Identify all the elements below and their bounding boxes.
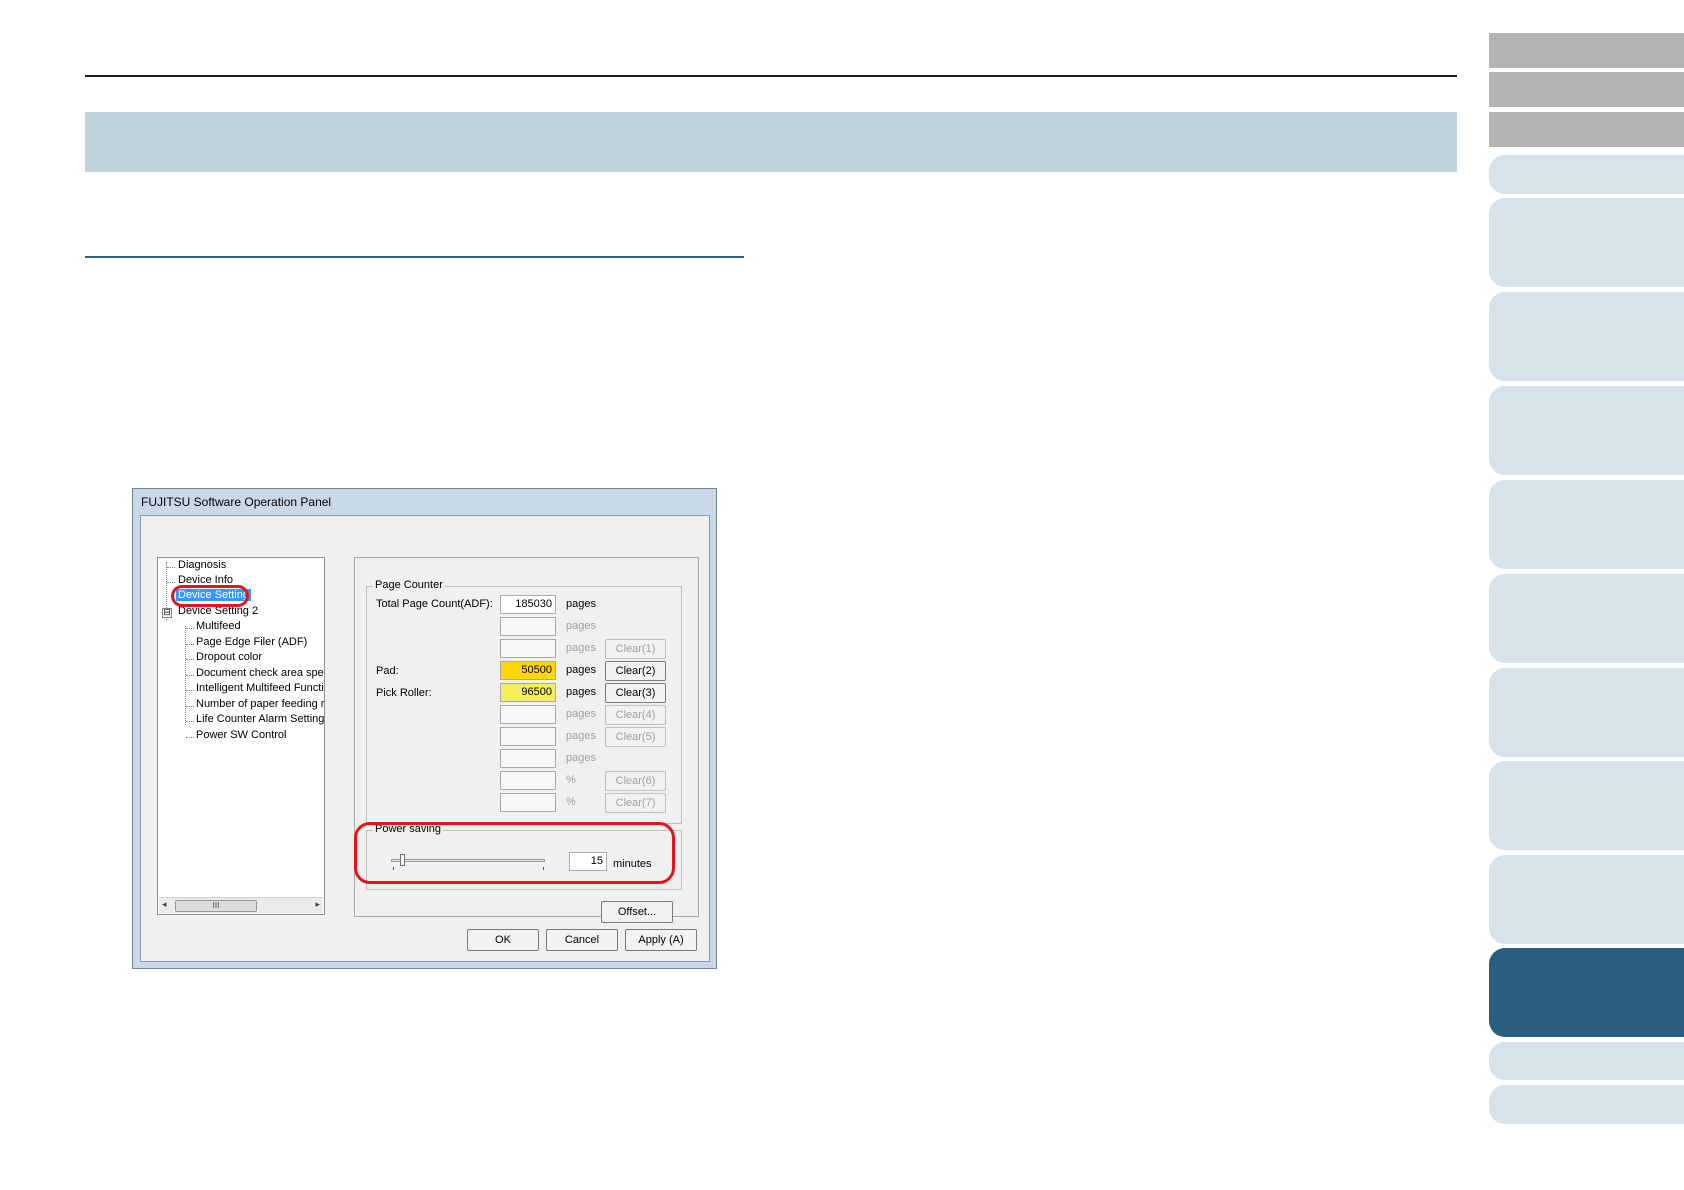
counter-field-7 [500,727,556,746]
counter-field-6 [500,705,556,724]
tree-item-dropout-color[interactable]: Dropout color [196,651,262,663]
minutes-unit-label: minutes [613,858,652,870]
tree-connector [186,675,194,676]
pages-unit-3: pages [566,642,596,654]
clear-2-button[interactable]: Clear(2) [605,661,666,681]
dialog-client-area: Diagnosis Device Info Device Setting ⊟ D… [140,515,710,962]
percent-unit-9: % [566,774,576,786]
tree-connector [167,582,175,583]
tree-item-intelligent-multifeed[interactable]: Intelligent Multifeed Function [196,682,324,694]
nav-tab-appendix[interactable] [1489,1042,1684,1080]
pages-unit-7: pages [566,730,596,742]
section-rule [85,256,744,258]
counter-field-8 [500,749,556,768]
tree-connector [186,690,194,691]
total-pages-unit: pages [566,598,596,610]
nav-tab-chapter-7[interactable] [1489,668,1684,757]
nav-tab-contents[interactable] [1489,33,1684,68]
dialog-title: FUJITSU Software Operation Panel [141,495,332,509]
tree-connector [186,659,194,660]
scroll-right-arrow-icon[interactable]: ▸ [315,899,320,910]
total-page-count-label: Total Page Count(ADF): [376,598,493,610]
tree-item-paper-feeding-retries[interactable]: Number of paper feeding retrie [196,698,324,710]
nav-tab-chapter-4[interactable] [1489,386,1684,475]
power-saving-group-label: Power saving [373,823,444,835]
counter-field-3 [500,639,556,658]
nav-tab-chapter-1[interactable] [1489,155,1684,194]
power-saving-group: Power saving 15 minutes [366,823,682,890]
scroll-thumb[interactable]: III [175,900,257,912]
operation-panel-dialog: FUJITSU Software Operation Panel Diagnos… [132,488,717,969]
tree-expander-icon[interactable]: ⊟ [162,608,172,618]
nav-tab-index[interactable] [1489,72,1684,107]
slider-tick [543,867,544,870]
nav-tab-chapter-2[interactable] [1489,198,1684,287]
total-page-count-field: 185030 [500,595,556,614]
offset-button[interactable]: Offset... [601,901,673,923]
clear-3-button[interactable]: Clear(3) [605,683,666,703]
nav-tab-chapter-10-active[interactable] [1489,948,1684,1037]
tree-item-diagnosis[interactable]: Diagnosis [178,559,226,571]
pick-roller-pages-unit: pages [566,686,596,698]
clear-4-button[interactable]: Clear(4) [605,705,666,725]
tree-connector [186,737,194,738]
cancel-button[interactable]: Cancel [546,929,618,951]
tree-item-power-sw-control[interactable]: Power SW Control [196,729,286,741]
slider-tick [393,867,394,870]
tree-connector [186,706,194,707]
power-saving-minutes-field[interactable]: 15 [569,852,607,871]
pad-count-field: 50500 [500,661,556,680]
ok-button[interactable]: OK [467,929,539,951]
power-saving-slider-thumb[interactable] [399,854,405,866]
power-saving-slider-track[interactable] [391,859,545,862]
tree-item-device-setting-2[interactable]: Device Setting 2 [178,605,258,617]
page-counter-group-label: Page Counter [373,579,445,591]
clear-7-button[interactable]: Clear(7) [605,793,666,813]
tree-connector [186,721,194,722]
nav-tab-chapter-8[interactable] [1489,761,1684,850]
nav-tab-chapter-9[interactable] [1489,855,1684,944]
pages-unit-2: pages [566,620,596,632]
counter-field-2 [500,617,556,636]
tree-item-device-setting[interactable]: Device Setting [176,589,251,601]
page-counter-group: Page Counter Total Page Count(ADF): 1850… [366,579,682,824]
clear-6-button[interactable]: Clear(6) [605,771,666,791]
settings-tree[interactable]: Diagnosis Device Info Device Setting ⊟ D… [157,557,325,915]
pad-pages-unit: pages [566,664,596,676]
counter-field-9 [500,771,556,790]
percent-unit-10: % [566,796,576,808]
pick-roller-count-field: 96500 [500,683,556,702]
tree-item-device-info[interactable]: Device Info [178,574,233,586]
apply-button[interactable]: Apply (A) [625,929,697,951]
clear-5-button[interactable]: Clear(5) [605,727,666,747]
tree-connector [167,567,175,568]
pad-label: Pad: [376,665,399,677]
device-setting-panel: Page Counter Total Page Count(ADF): 1850… [354,557,699,923]
tree-item-document-check-area[interactable]: Document check area specific [196,667,324,679]
nav-tab-glossary[interactable] [1489,1085,1684,1124]
counter-field-10 [500,793,556,812]
tree-item-multifeed[interactable]: Multifeed [196,620,241,632]
section-title-band [85,112,1457,172]
tree-connector [186,628,194,629]
tree-item-life-counter-alarm[interactable]: Life Counter Alarm Setting [196,713,324,725]
tree-item-page-edge-filer[interactable]: Page Edge Filer (ADF) [196,636,307,648]
clear-1-button[interactable]: Clear(1) [605,639,666,659]
nav-tab-chapter-6[interactable] [1489,574,1684,663]
nav-tab-introduction[interactable] [1489,112,1684,147]
top-rule [85,75,1457,77]
tree-connector [186,644,194,645]
nav-tab-chapter-5[interactable] [1489,480,1684,569]
nav-tab-chapter-3[interactable] [1489,292,1684,381]
pages-unit-6: pages [566,708,596,720]
tree-horizontal-scrollbar[interactable]: ◂ III ▸ [159,897,323,913]
pages-unit-8: pages [566,752,596,764]
pick-roller-label: Pick Roller: [376,687,432,699]
scroll-left-arrow-icon[interactable]: ◂ [162,899,167,910]
